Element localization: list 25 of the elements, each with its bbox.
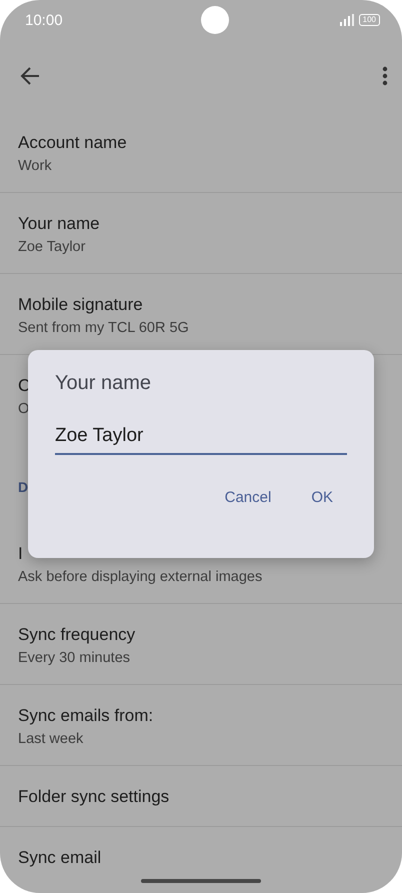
section-header: D	[18, 479, 28, 495]
setting-title[interactable]: Your name	[18, 211, 100, 237]
setting-value: Last week	[18, 730, 84, 749]
battery-level: 100	[358, 14, 380, 26]
dialog-action[interactable]: OK	[305, 481, 339, 514]
setting-title[interactable]: Sync email	[18, 845, 102, 871]
setting-value: Zoe Taylor	[18, 238, 86, 257]
setting-title[interactable]: Account name	[18, 130, 127, 156]
setting-title[interactable]: I	[18, 541, 23, 567]
setting-title[interactable]: Mobile signature	[18, 292, 143, 318]
setting-value: Every 30 minutes	[18, 649, 130, 668]
dialog-title: Your name	[55, 372, 152, 395]
more-options-icon[interactable]	[382, 66, 388, 86]
signal-icon	[340, 14, 354, 26]
setting-value: Sent from my TCL 60R 5G	[18, 319, 189, 338]
name-input-field[interactable]: Zoe Taylor	[55, 421, 347, 455]
setting-title[interactable]: Folder sync settings	[18, 784, 170, 810]
setting-title[interactable]: Sync frequency	[18, 622, 136, 648]
status-time: 10:00	[25, 12, 63, 28]
dialog-action[interactable]: Cancel	[218, 481, 278, 514]
camera-cutout	[201, 6, 230, 34]
back-icon[interactable]	[20, 67, 40, 85]
setting-title[interactable]: Sync emails from:	[18, 703, 154, 729]
setting-value: Work	[18, 157, 52, 176]
setting-value: Ask before displaying external images	[18, 568, 262, 587]
